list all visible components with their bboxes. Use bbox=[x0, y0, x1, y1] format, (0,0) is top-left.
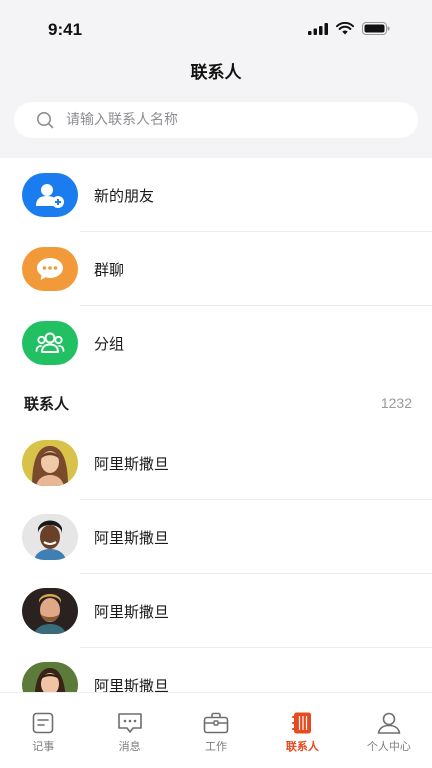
tab-work[interactable]: 工作 bbox=[173, 693, 259, 768]
contact-row[interactable]: 阿里斯撒旦 bbox=[0, 648, 432, 692]
cellular-signal-icon bbox=[308, 22, 328, 35]
tab-label: 记事 bbox=[32, 740, 55, 753]
contact-row[interactable]: 阿里斯撒旦 bbox=[0, 426, 432, 500]
search-input[interactable] bbox=[66, 105, 366, 135]
group-chat-entry[interactable]: 群聊 bbox=[0, 232, 432, 306]
profile-icon bbox=[377, 712, 401, 734]
battery-icon bbox=[362, 22, 390, 35]
avatar bbox=[22, 662, 78, 692]
page-title: 联系人 bbox=[190, 63, 242, 83]
status-icons bbox=[308, 22, 390, 35]
contact-name: 阿里斯撒旦 bbox=[94, 602, 170, 621]
contacts-list: 新的朋友 群聊 分组 联系人 1232 阿里斯撒旦 阿里斯撒旦 阿里斯撒旦 阿里… bbox=[0, 158, 432, 692]
contact-name: 阿里斯撒旦 bbox=[94, 528, 170, 547]
contact-count: 1232 bbox=[380, 395, 412, 411]
tab-label: 消息 bbox=[118, 740, 141, 753]
tab-notes[interactable]: 记事 bbox=[0, 693, 86, 768]
briefcase-icon bbox=[203, 712, 229, 734]
wifi-icon bbox=[336, 22, 354, 35]
contacts-section-header: 联系人 1232 bbox=[0, 380, 432, 426]
avatar bbox=[22, 440, 78, 486]
tab-bar: 记事 消息 工作 联系人 个人中心 bbox=[0, 692, 432, 768]
contacts-book-icon bbox=[292, 712, 312, 734]
tab-label: 工作 bbox=[205, 740, 228, 753]
new-friends-entry[interactable]: 新的朋友 bbox=[0, 158, 432, 232]
add-user-icon bbox=[22, 173, 78, 217]
avatar bbox=[22, 514, 78, 560]
tab-contacts[interactable]: 联系人 bbox=[259, 693, 345, 768]
tab-messages[interactable]: 消息 bbox=[86, 693, 172, 768]
contact-name: 阿里斯撒旦 bbox=[94, 454, 170, 473]
entry-label: 新的朋友 bbox=[94, 186, 155, 205]
tab-profile[interactable]: 个人中心 bbox=[346, 693, 432, 768]
search-icon bbox=[37, 112, 54, 129]
message-icon bbox=[117, 713, 142, 733]
tab-label: 个人中心 bbox=[366, 740, 411, 753]
entry-label: 分组 bbox=[94, 334, 125, 353]
contact-row[interactable]: 阿里斯撒旦 bbox=[0, 500, 432, 574]
avatar bbox=[22, 588, 78, 634]
contact-row[interactable]: 阿里斯撒旦 bbox=[0, 574, 432, 648]
tab-label: 联系人 bbox=[285, 740, 319, 753]
group-icon bbox=[22, 321, 78, 365]
status-time: 9:41 bbox=[48, 20, 83, 39]
note-icon bbox=[32, 712, 54, 734]
contact-name: 阿里斯撒旦 bbox=[94, 676, 170, 693]
status-bar: 9:41 bbox=[0, 0, 432, 60]
search-bar[interactable] bbox=[14, 102, 418, 138]
groups-entry[interactable]: 分组 bbox=[0, 306, 432, 380]
section-title: 联系人 bbox=[24, 394, 70, 413]
entry-label: 群聊 bbox=[94, 260, 125, 279]
chat-bubble-icon bbox=[22, 247, 78, 291]
